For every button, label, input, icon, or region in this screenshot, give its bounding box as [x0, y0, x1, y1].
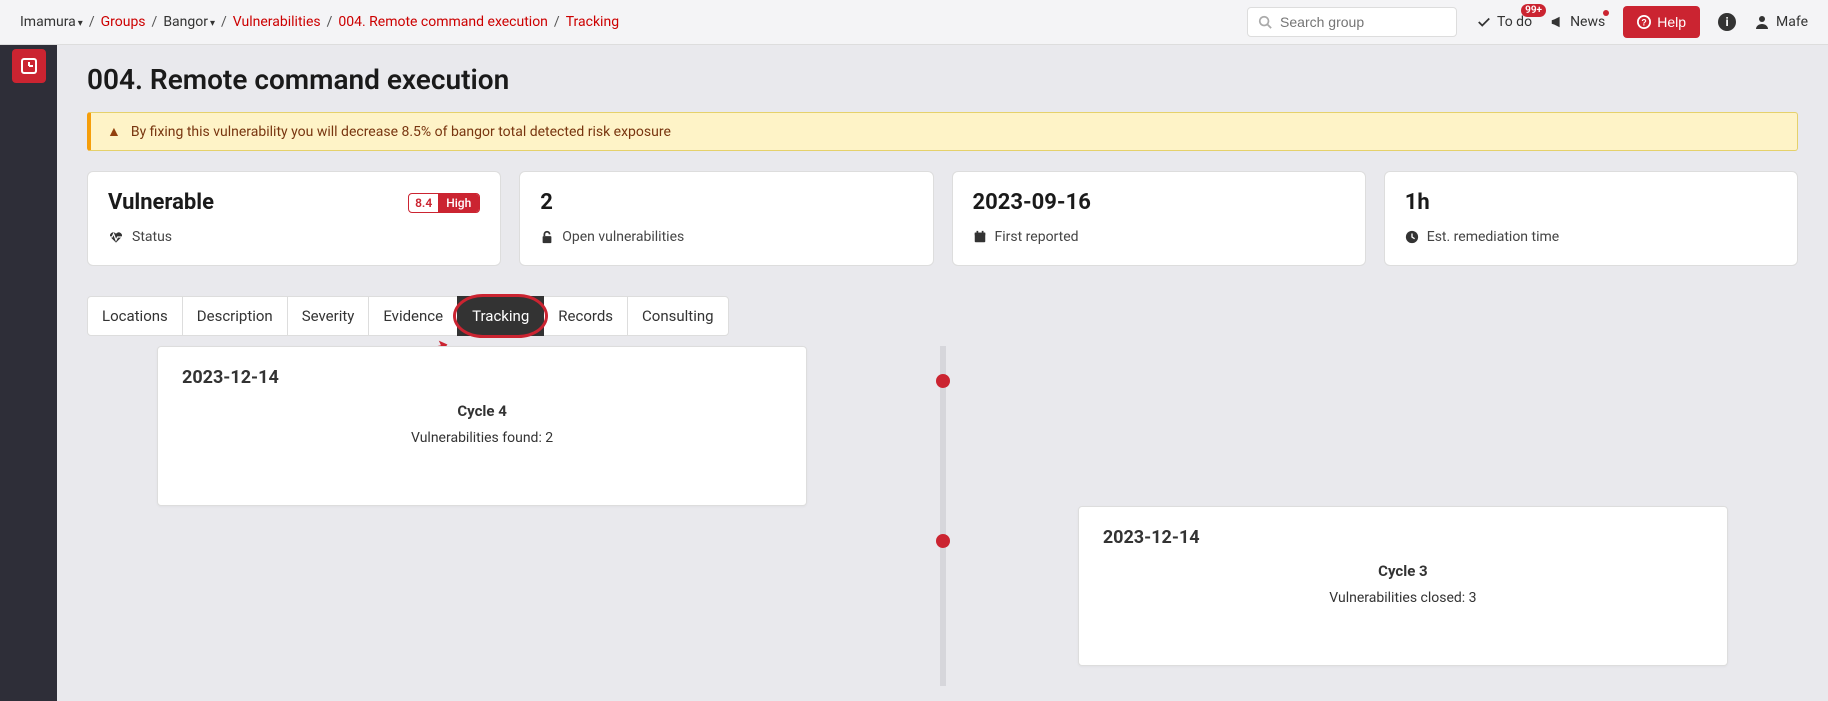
timeline-card: 2023-12-14 Cycle 3 Vulnerabilities close… [1078, 506, 1728, 666]
stat-status: Vulnerable 8.4 High Status [87, 171, 501, 266]
todo-badge: 99+ [1521, 4, 1546, 17]
tab-consulting[interactable]: Consulting [627, 296, 729, 336]
timeline-detail: Vulnerabilities found: 2 [182, 430, 782, 446]
chevron-down-icon: ▾ [78, 18, 83, 29]
timeline-item: 2023-12-14 Cycle 4 Vulnerabilities found… [87, 346, 1798, 506]
stat-first-reported: 2023-09-16 First reported [952, 171, 1366, 266]
timeline-date: 2023-12-14 [1103, 527, 1703, 548]
timeline-cycle: Cycle 3 [1103, 562, 1703, 580]
timeline: 2023-12-14 Cycle 4 Vulnerabilities found… [87, 346, 1798, 686]
stat-first-value: 2023-09-16 [973, 190, 1091, 215]
sidebar [0, 45, 57, 701]
breadcrumb-finding[interactable]: 004. Remote command execution [338, 14, 548, 30]
timeline-item: 2023-12-14 Cycle 3 Vulnerabilities close… [87, 506, 1798, 666]
alert-message: By fixing this vulnerability you will de… [131, 124, 671, 140]
top-bar: Imamura▾ / Groups / Bangor▾ / Vulnerabil… [0, 0, 1828, 45]
page-title: 004. Remote command execution [87, 63, 1798, 96]
svg-text:?: ? [1642, 18, 1647, 28]
timeline-dot [936, 534, 950, 548]
todo-link[interactable]: To do 99+ [1477, 14, 1532, 30]
breadcrumb-groups[interactable]: Groups [101, 14, 146, 30]
info-button[interactable]: i [1718, 13, 1736, 31]
tab-records[interactable]: Records [543, 296, 628, 336]
timeline-detail: Vulnerabilities closed: 3 [1103, 590, 1703, 606]
tab-description[interactable]: Description [182, 296, 288, 336]
check-icon [1477, 15, 1491, 29]
stat-eta-value: 1h [1405, 190, 1430, 215]
calendar-icon [973, 230, 987, 244]
stat-open: 2 Open vulnerabilities [519, 171, 933, 266]
bullhorn-icon [1550, 15, 1564, 29]
tabs: Locations Description Severity Evidence … [87, 296, 1798, 336]
search-icon [1258, 15, 1272, 29]
news-link[interactable]: News [1550, 14, 1605, 30]
severity-badge: 8.4 High [408, 193, 480, 213]
warning-icon: ▲ [107, 123, 121, 140]
clock-icon [1405, 230, 1419, 244]
main-content: 004. Remote command execution ▲ By fixin… [57, 45, 1828, 701]
breadcrumb-section[interactable]: Vulnerabilities [233, 14, 321, 30]
timeline-card: 2023-12-14 Cycle 4 Vulnerabilities found… [157, 346, 807, 506]
tab-tracking[interactable]: Tracking ➚ [457, 296, 544, 336]
help-button[interactable]: ? Help [1623, 6, 1700, 38]
search-box[interactable] [1247, 7, 1457, 37]
stats-row: Vulnerable 8.4 High Status 2 [87, 171, 1798, 266]
notification-dot [1603, 10, 1609, 16]
tab-locations[interactable]: Locations [87, 296, 183, 336]
top-actions: To do 99+ News ? Help i Mafe [1477, 6, 1828, 38]
breadcrumb-current: Tracking [566, 14, 619, 30]
breadcrumb-org[interactable]: Imamura▾ [20, 14, 83, 30]
heartbeat-icon [108, 230, 124, 244]
breadcrumb-group[interactable]: Bangor▾ [163, 14, 215, 30]
user-icon [1754, 14, 1770, 30]
app-logo[interactable] [12, 49, 46, 83]
timeline-dot [936, 374, 950, 388]
stat-open-value: 2 [540, 190, 553, 215]
risk-alert: ▲ By fixing this vulnerability you will … [87, 112, 1798, 151]
timeline-cycle: Cycle 4 [182, 402, 782, 420]
chevron-down-icon: ▾ [210, 18, 215, 29]
unlock-icon [540, 230, 554, 244]
tab-severity[interactable]: Severity [287, 296, 370, 336]
search-input[interactable] [1280, 14, 1461, 30]
question-icon: ? [1637, 15, 1651, 29]
tab-evidence[interactable]: Evidence [368, 296, 458, 336]
stat-eta: 1h Est. remediation time [1384, 171, 1798, 266]
user-menu[interactable]: Mafe [1754, 14, 1808, 30]
stat-status-value: Vulnerable [108, 190, 214, 215]
breadcrumb: Imamura▾ / Groups / Bangor▾ / Vulnerabil… [20, 14, 1247, 30]
timeline-date: 2023-12-14 [182, 367, 782, 388]
